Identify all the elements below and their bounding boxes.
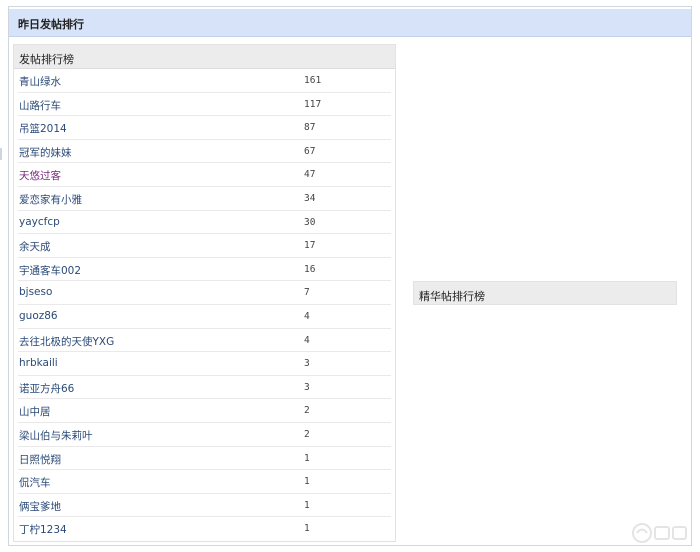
user-link[interactable]: guoz86 [19,310,58,322]
post-count: 3 [304,381,310,393]
featured-ranking-title: 精华帖排行榜 [419,290,485,303]
user-link[interactable]: 山路行车 [19,98,61,113]
list-item: 宇通客车002 16 [18,258,391,282]
post-count: 117 [304,98,322,110]
list-item: 吊篮2014 87 [18,116,391,140]
list-item: hrbkaili 3 [18,352,391,376]
list-item: 丁柠1234 1 [18,517,391,541]
user-link[interactable]: 山中居 [19,404,51,419]
user-link[interactable]: hrbkaili [19,357,58,369]
list-item: 日照悦翔 1 [18,447,391,471]
post-count: 1 [304,452,310,464]
post-count: 2 [304,428,310,440]
user-link[interactable]: 冠军的妹妹 [19,145,72,160]
user-link[interactable]: 侃汽车 [19,475,51,490]
post-count: 161 [304,75,322,86]
list-item: 爱恋家有小雅 34 [18,187,391,211]
list-item: 余天成 17 [18,234,391,258]
post-count: 47 [304,169,316,181]
list-item: 侃汽车 1 [18,470,391,494]
post-count: 16 [304,263,316,275]
list-item: 天悠过客 47 [18,163,391,187]
list-item: 山路行车 117 [18,93,391,117]
user-link[interactable]: 爱恋家有小雅 [19,192,82,207]
user-link[interactable]: 梁山伯与朱莉叶 [19,428,93,443]
post-count: 87 [304,122,316,134]
user-link[interactable]: 青山绿水 [19,74,61,89]
post-ranking-title: 发帖排行榜 [14,45,395,69]
list-item: 俩宝爹地 1 [18,494,391,518]
user-link[interactable]: 余天成 [19,239,51,254]
user-link[interactable]: 宇通客车002 [19,263,81,278]
list-item: 山中居 2 [18,399,391,423]
list-item: yaycfcp 30 [18,211,391,235]
user-link[interactable]: bjseso [19,286,52,298]
post-count: 34 [304,192,316,204]
user-link[interactable]: 丁柠1234 [19,522,67,537]
user-link[interactable]: 俩宝爹地 [19,499,61,514]
section-title: 昨日发帖排行 [18,18,84,31]
featured-ranking-panel: 精华帖排行榜 [413,281,677,305]
user-link[interactable]: 日照悦翔 [19,452,61,467]
user-link[interactable]: yaycfcp [19,216,60,228]
post-ranking-list: 青山绿水 161 山路行车 117 吊篮2014 87 冠军的妹妹 67 天悠过客 47 … [14,69,395,541]
list-item: 诺亚方舟66 3 [18,376,391,400]
user-link[interactable]: 诺亚方舟66 [19,381,74,396]
post-count: 1 [304,523,310,535]
post-count: 1 [304,499,310,511]
post-count: 3 [304,358,310,370]
list-item: 去往北极的天使YXG 4 [18,329,391,353]
post-count: 67 [304,145,316,157]
ranking-frame: 昨日发帖排行 发帖排行榜 青山绿水 161 山路行车 117 吊篮2014 87 冠军… [8,6,692,546]
user-link[interactable]: 去往北极的天使YXG [19,334,114,349]
section-header: 昨日发帖排行 [9,9,691,37]
list-item: 冠军的妹妹 67 [18,140,391,164]
post-count: 4 [304,310,310,322]
user-link[interactable]: 吊篮2014 [19,121,67,136]
list-item: 青山绿水 161 [18,69,391,93]
post-count: 4 [304,334,310,346]
post-count: 7 [304,287,310,299]
post-count: 30 [304,216,316,228]
site-logo-icon [632,523,687,543]
page-edge-mark [0,148,2,160]
list-item: bjseso 7 [18,281,391,305]
list-item: 梁山伯与朱莉叶 2 [18,423,391,447]
post-count: 1 [304,476,310,488]
post-ranking-panel: 发帖排行榜 青山绿水 161 山路行车 117 吊篮2014 87 冠军的妹妹 67 天… [13,44,396,542]
user-link[interactable]: 天悠过客 [19,168,61,183]
list-item: guoz86 4 [18,305,391,329]
post-count: 17 [304,240,316,252]
post-count: 2 [304,405,310,417]
